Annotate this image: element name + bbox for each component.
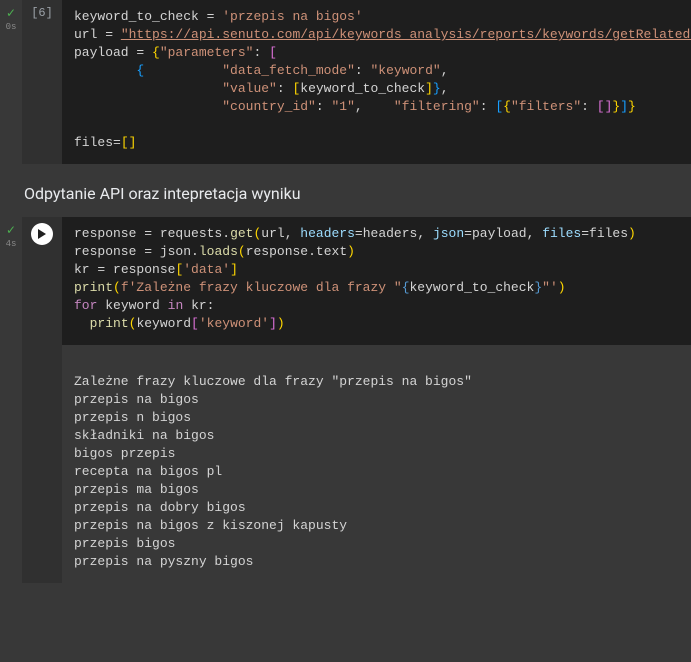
exec-col [22,217,62,345]
play-icon [37,229,47,239]
cell-gutter: ✓ 0s [0,0,22,164]
code-editor[interactable]: keyword_to_check = 'przepis na bigos' ur… [62,0,691,164]
section-heading: Odpytanie API oraz intepretacja wyniku [0,166,691,217]
code-editor[interactable]: response = requests.get(url, headers=hea… [62,217,691,345]
exec-count: [6] [31,6,53,164]
code-cell-2: ✓ 4s response = requests.get(url, header… [0,217,691,583]
cell-output: Zależne frazy kluczowe dla frazy "przepi… [62,345,691,583]
check-icon: ✓ [6,225,16,237]
run-button[interactable] [31,223,53,245]
exec-time: 4s [6,239,17,249]
exec-time: 0s [6,22,17,32]
check-icon: ✓ [6,8,16,20]
exec-col: [6] [22,0,62,164]
cell-gutter: ✓ 4s [0,217,22,583]
code-cell-1: ✓ 0s [6] keyword_to_check = 'przepis na … [0,0,691,164]
output-gutter [22,345,62,583]
